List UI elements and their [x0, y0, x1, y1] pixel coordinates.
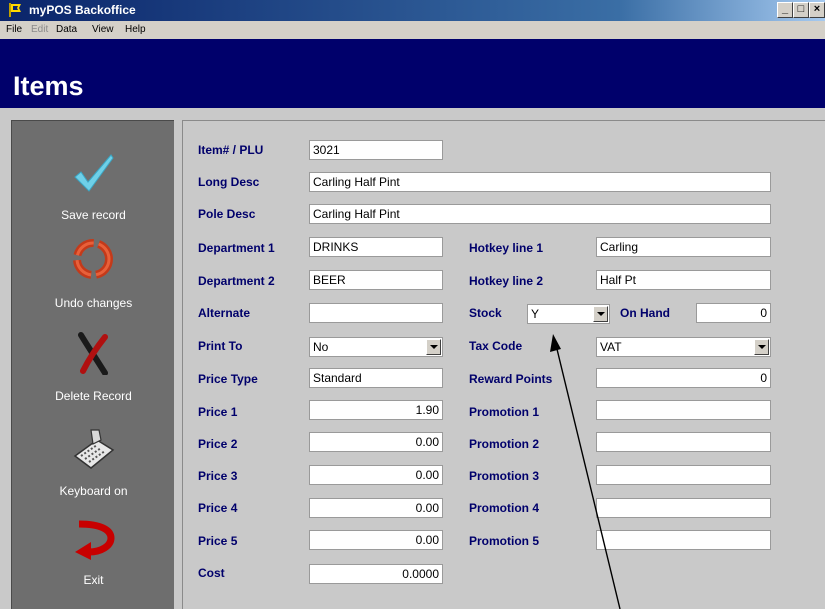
- maximize-button[interactable]: □: [793, 2, 809, 18]
- close-button[interactable]: ×: [809, 2, 825, 18]
- checkmark-icon: [74, 154, 114, 192]
- reward-points-label: Reward Points: [469, 372, 553, 386]
- price5-label: Price 5: [198, 534, 238, 548]
- department2-label: Department 2: [198, 274, 275, 288]
- keyboard-on-button[interactable]: Keyboard on: [12, 416, 175, 498]
- alternate-field[interactable]: [309, 303, 443, 323]
- hotkey2-field[interactable]: Half Pt: [596, 270, 771, 290]
- exit-arrow-icon: [75, 520, 115, 560]
- department1-label: Department 1: [198, 241, 275, 255]
- exit-button[interactable]: Exit: [12, 506, 175, 587]
- promotion3-field[interactable]: [596, 465, 771, 485]
- tax-code-label: Tax Code: [469, 339, 523, 353]
- pole-desc-label: Pole Desc: [198, 207, 256, 221]
- promotion1-field[interactable]: [596, 400, 771, 420]
- promotion5-label: Promotion 5: [469, 534, 540, 548]
- promotion4-label: Promotion 4: [469, 501, 540, 515]
- page-title: Items: [13, 71, 84, 101]
- save-record-label: Save record: [61, 208, 126, 222]
- promotion2-field[interactable]: [596, 432, 771, 452]
- print-to-label: Print To: [198, 339, 243, 353]
- price3-label: Price 3: [198, 469, 238, 483]
- save-record-button[interactable]: Save record: [12, 141, 175, 222]
- app-flag-icon: [9, 3, 21, 17]
- menu-view[interactable]: View: [92, 24, 114, 35]
- menu-file[interactable]: File: [6, 24, 22, 35]
- delete-record-label: Delete Record: [55, 389, 132, 403]
- page-header: Items: [0, 39, 825, 108]
- price1-field[interactable]: 1.90: [309, 400, 443, 420]
- price1-label: Price 1: [198, 405, 238, 419]
- long-desc-field[interactable]: Carling Half Pint: [309, 172, 771, 192]
- price5-field[interactable]: 0.00: [309, 530, 443, 550]
- hotkey1-label: Hotkey line 1: [469, 241, 544, 255]
- price-type-label: Price Type: [198, 372, 258, 386]
- promotion1-label: Promotion 1: [469, 405, 540, 419]
- cost-label: Cost: [198, 566, 225, 580]
- exit-label: Exit: [83, 573, 104, 587]
- minimize-button[interactable]: _: [777, 2, 793, 18]
- promotion4-field[interactable]: [596, 498, 771, 518]
- promotion2-label: Promotion 2: [469, 437, 540, 451]
- hotkey1-field[interactable]: Carling: [596, 237, 771, 257]
- cost-field[interactable]: 0.0000: [309, 564, 443, 584]
- long-desc-label: Long Desc: [198, 175, 260, 189]
- undo-changes-label: Undo changes: [54, 296, 133, 310]
- action-sidebar: Save record Undo changes Delete Record K…: [11, 120, 174, 609]
- department1-field[interactable]: DRINKS: [309, 237, 443, 257]
- price-type-field[interactable]: Standard: [309, 368, 443, 388]
- department2-field[interactable]: BEER: [309, 270, 443, 290]
- alternate-label: Alternate: [198, 306, 251, 320]
- keyboard-on-label: Keyboard on: [59, 484, 128, 498]
- item-plu-label: Item# / PLU: [198, 143, 264, 157]
- window-title: myPOS Backoffice: [29, 3, 136, 17]
- price2-field[interactable]: 0.00: [309, 432, 443, 452]
- promotion5-field[interactable]: [596, 530, 771, 550]
- promotion3-label: Promotion 3: [469, 469, 540, 483]
- delete-record-button[interactable]: Delete Record: [12, 321, 175, 403]
- reward-points-field[interactable]: 0: [596, 368, 771, 388]
- title-bar: myPOS Backoffice _ □ ×: [0, 0, 825, 21]
- recycle-icon: [73, 239, 113, 279]
- undo-changes-button[interactable]: Undo changes: [12, 233, 175, 313]
- price4-label: Price 4: [198, 501, 238, 515]
- menu-edit[interactable]: Edit: [31, 24, 48, 35]
- menu-bar: File Edit Data View Help: [0, 21, 825, 39]
- keyboard-icon: [73, 429, 115, 469]
- tax-code-select[interactable]: VAT: [596, 337, 771, 357]
- price3-field[interactable]: 0.00: [309, 465, 443, 485]
- hotkey2-label: Hotkey line 2: [469, 274, 544, 288]
- stock-label: Stock: [469, 306, 502, 320]
- item-plu-field[interactable]: 3021: [309, 140, 443, 160]
- delete-x-icon: [78, 332, 108, 375]
- tax-code-value: VAT: [600, 340, 622, 354]
- menu-data[interactable]: Data: [56, 24, 77, 35]
- pole-desc-field[interactable]: Carling Half Pint: [309, 204, 771, 224]
- on-hand-field[interactable]: 0: [696, 303, 771, 323]
- price2-label: Price 2: [198, 437, 238, 451]
- stock-select[interactable]: Y: [527, 304, 610, 324]
- tax-code-dropdown-icon[interactable]: [754, 339, 769, 355]
- on-hand-label: On Hand: [620, 306, 670, 320]
- menu-help[interactable]: Help: [125, 24, 146, 35]
- price4-field[interactable]: 0.00: [309, 498, 443, 518]
- print-to-value: No: [313, 340, 329, 354]
- print-to-select[interactable]: No: [309, 337, 443, 357]
- stock-value: Y: [531, 307, 540, 321]
- stock-dropdown-icon[interactable]: [593, 306, 608, 322]
- print-to-dropdown-icon[interactable]: [426, 339, 441, 355]
